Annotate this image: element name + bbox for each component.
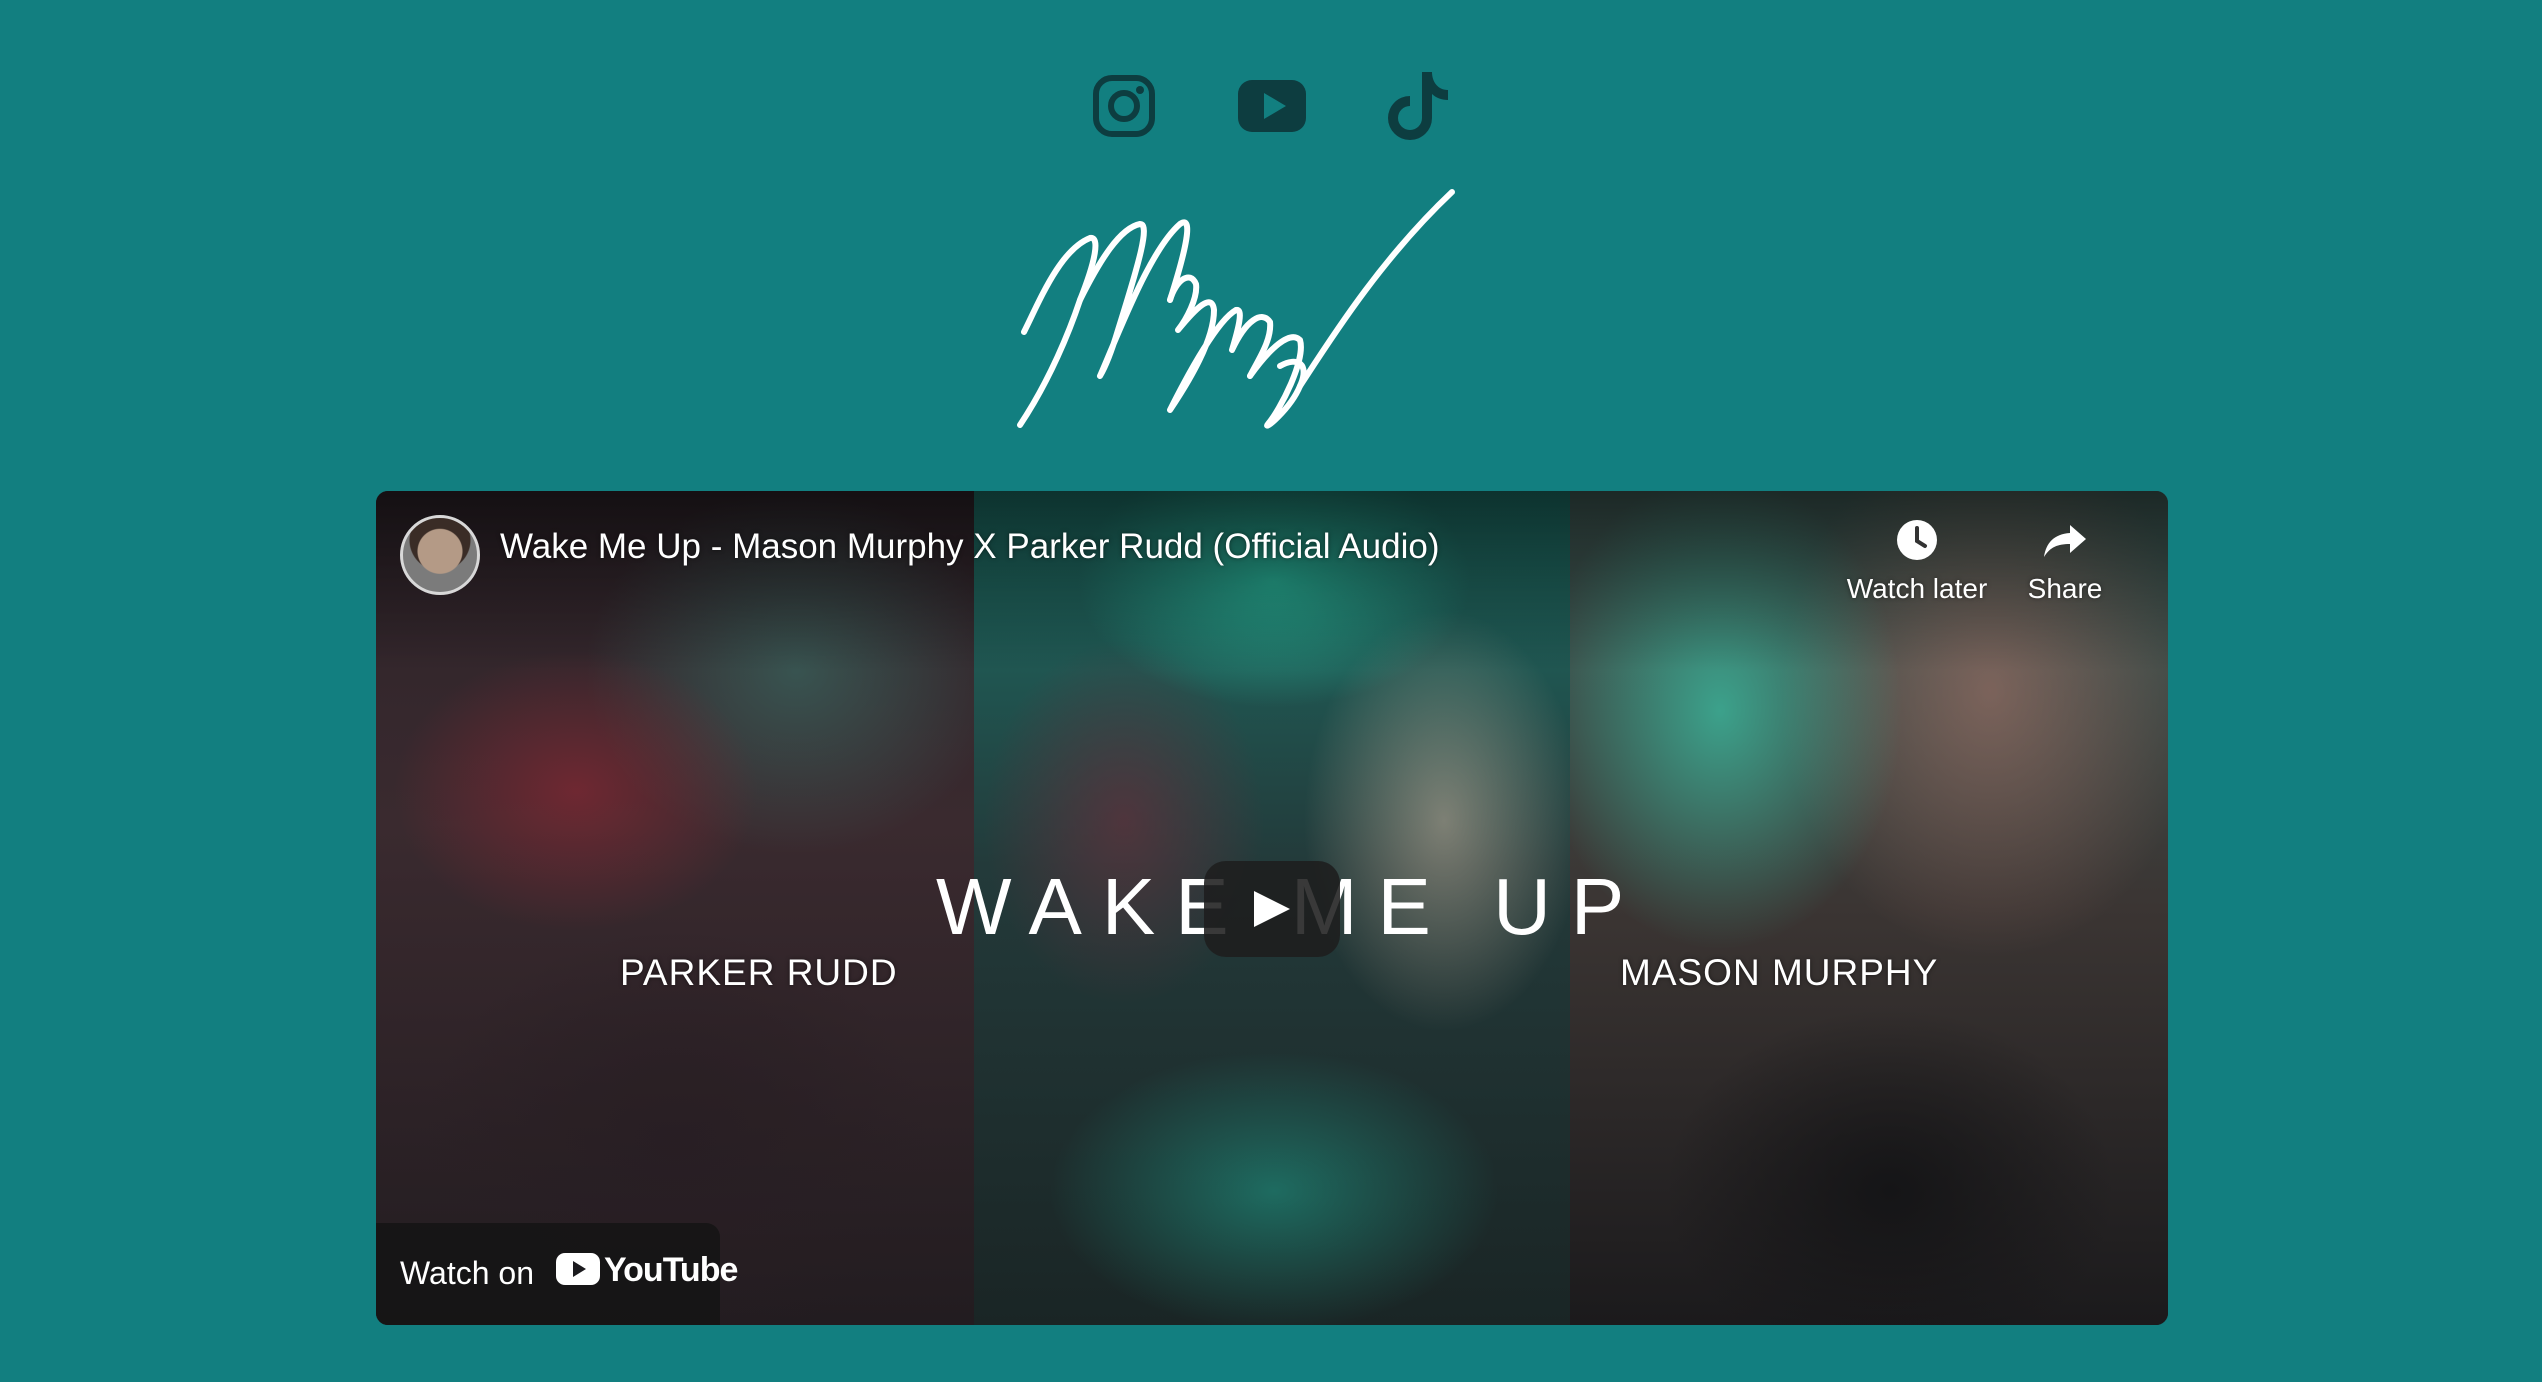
social-links: [0, 66, 2542, 146]
tiktok-link[interactable]: [1378, 66, 1458, 146]
youtube-wordmark: YouTube: [604, 1251, 738, 1289]
youtube-icon: [1238, 80, 1306, 132]
instagram-icon: [1093, 75, 1155, 137]
share-label: Share: [2027, 573, 2103, 604]
share-button[interactable]: Share: [1990, 517, 2140, 605]
page: Wake Me Up - Mason Murphy X Parker Rudd …: [0, 0, 2542, 1382]
artist-name-left: PARKER RUDD: [620, 952, 898, 993]
video-embed[interactable]: Wake Me Up - Mason Murphy X Parker Rudd …: [376, 491, 2168, 1325]
signature-logo-drawing: [1017, 189, 1455, 429]
artist-name-right: MASON MURPHY: [1620, 952, 1939, 993]
video-title[interactable]: Wake Me Up - Mason Murphy X Parker Rudd …: [500, 527, 1440, 567]
share-arrow-icon: [2044, 525, 2086, 557]
tiktok-icon: [1388, 72, 1448, 140]
channel-avatar[interactable]: [400, 515, 480, 595]
watch-later-button[interactable]: Watch later: [1842, 517, 1992, 605]
clock-icon: [1897, 520, 1937, 560]
youtube-logo-icon: [556, 1253, 600, 1285]
play-button[interactable]: [1204, 861, 1340, 957]
youtube-link[interactable]: [1232, 66, 1312, 146]
play-icon: [1254, 891, 1290, 927]
watch-on-label: Watch on: [400, 1255, 534, 1291]
watch-later-label: Watch later: [1846, 573, 1988, 604]
watch-on-youtube-button[interactable]: Watch on YouTube: [376, 1223, 738, 1325]
instagram-link[interactable]: [1084, 66, 1164, 146]
signature-logo: [1000, 180, 1560, 440]
